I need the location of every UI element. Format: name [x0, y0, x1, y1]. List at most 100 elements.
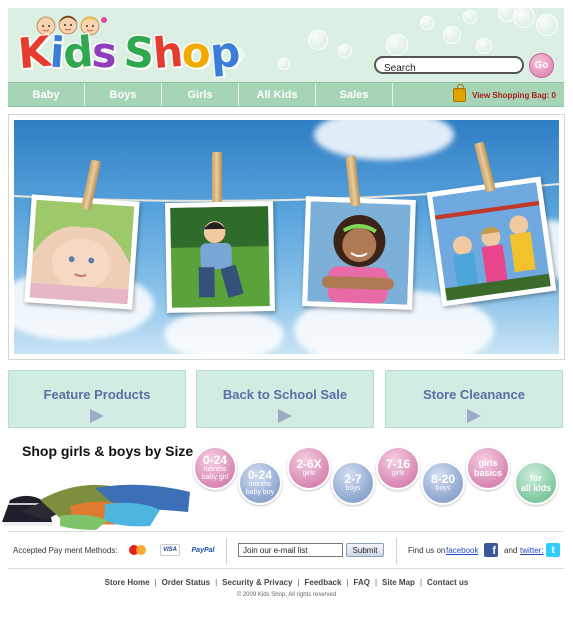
- baby-photo-icon: [29, 199, 135, 305]
- footer-link[interactable]: Feedback: [305, 578, 342, 587]
- photo-baby[interactable]: [24, 194, 140, 310]
- bubble: [536, 14, 558, 36]
- size-button-sublabel: boys: [345, 485, 361, 493]
- footer-links: Store Home | Order Status | Security & Priva…: [0, 578, 573, 587]
- size-button-label: 8-20: [430, 472, 456, 487]
- footer-link[interactable]: Site Map: [382, 578, 415, 587]
- bubble: [463, 10, 477, 24]
- paypal-icon: PayPal: [191, 546, 215, 554]
- footer-link[interactable]: Contact us: [427, 578, 468, 587]
- find-us-label: Find us on: [408, 546, 446, 555]
- photo-group[interactable]: [426, 176, 557, 307]
- shop-by-size-title: Shop girls & boys by Size: [22, 443, 194, 459]
- bubble: [476, 38, 492, 54]
- facebook-icon[interactable]: f: [484, 543, 498, 557]
- hero-banner-frame: [8, 114, 565, 360]
- bubble: [338, 44, 352, 58]
- search-box[interactable]: [374, 56, 524, 76]
- size-button-6[interactable]: girls basics: [466, 446, 510, 490]
- logo-letter: h: [151, 26, 185, 79]
- divider: [226, 538, 227, 564]
- size-button-7[interactable]: for all kids: [514, 461, 558, 505]
- bubble: [386, 34, 408, 56]
- logo-letter: s: [90, 27, 118, 78]
- logo-letter: o: [180, 27, 212, 78]
- size-button-label: for: [530, 472, 542, 483]
- bubble: [308, 30, 328, 50]
- photo-girl[interactable]: [302, 196, 416, 310]
- twitter-link[interactable]: twitter:: [520, 546, 544, 555]
- footer-link[interactable]: Order Status: [162, 578, 210, 587]
- photo-boy[interactable]: [165, 201, 275, 313]
- footer-link[interactable]: FAQ: [354, 578, 370, 587]
- logo[interactable]: Kids Shop: [16, 12, 241, 78]
- size-button-sublabel: months: [203, 466, 227, 474]
- promo-label: Store Cleanance: [423, 387, 525, 402]
- footer-link[interactable]: Store Home: [105, 578, 150, 587]
- arrow-right-icon: [90, 409, 104, 423]
- footer-bar: Accepted Pay ment Methods: VISA PayPal S…: [8, 531, 564, 569]
- size-button-sublabel: basics: [473, 468, 503, 478]
- clothespin: [212, 152, 222, 202]
- arrow-right-icon: [467, 409, 481, 423]
- submit-button[interactable]: Submit: [346, 543, 384, 557]
- facebook-link[interactable]: facebook: [446, 546, 478, 555]
- nav-item-all-kids[interactable]: All Kids: [239, 83, 316, 106]
- clothes-pile-icon: [2, 484, 190, 530]
- bubble: [513, 8, 535, 28]
- promo-feature-products[interactable]: Feature Products: [8, 370, 186, 428]
- size-button-sublabel: girls: [391, 470, 405, 478]
- cloud: [314, 120, 454, 160]
- visa-icon: VISA: [160, 544, 180, 556]
- hero-banner[interactable]: [14, 120, 559, 354]
- size-button-sublabel: boys: [435, 485, 451, 493]
- footer-link[interactable]: Security & Privacy: [222, 578, 292, 587]
- twitter-icon[interactable]: t: [546, 543, 560, 557]
- separator: |: [154, 578, 157, 587]
- main-nav: Baby Boys Girls All Kids Sales View Shop…: [8, 82, 564, 107]
- size-button-5[interactable]: 8-20 boys: [421, 461, 465, 505]
- size-button-3[interactable]: 2-7 boys: [331, 461, 375, 505]
- promo-store-clearance[interactable]: Store Cleanance: [385, 370, 563, 428]
- logo-letter: S: [122, 27, 155, 78]
- separator: |: [297, 578, 300, 587]
- nav-item-boys[interactable]: Boys: [85, 83, 162, 106]
- go-button[interactable]: Go: [529, 53, 554, 78]
- size-button-4[interactable]: 7-16 girls: [376, 446, 420, 490]
- email-signup-input[interactable]: [238, 543, 343, 557]
- size-button-1[interactable]: 0-24 months baby boy: [238, 461, 282, 505]
- bubble: [278, 58, 290, 70]
- logo-letter: p: [207, 26, 242, 79]
- shopping-bag-icon: [453, 84, 467, 102]
- bubble: [420, 16, 434, 30]
- mastercard-icon: [127, 544, 149, 556]
- arrow-right-icon: [278, 409, 292, 423]
- size-button-sublabel: all kids: [520, 483, 552, 493]
- divider: [396, 538, 397, 564]
- group-photo-icon: [432, 182, 551, 301]
- logo-text: Kids Shop: [15, 26, 242, 79]
- promo-label: Feature Products: [43, 387, 151, 402]
- size-button-sublabel: baby girl: [201, 474, 229, 481]
- nav-item-sales[interactable]: Sales: [316, 83, 393, 106]
- search-input[interactable]: [376, 61, 522, 76]
- nav-item-girls[interactable]: Girls: [162, 83, 239, 106]
- bubble: [443, 26, 461, 44]
- size-button-label: 7-16: [385, 457, 411, 472]
- promo-back-to-school-sale[interactable]: Back to School Sale: [196, 370, 374, 428]
- size-button-2[interactable]: 2-6X girls: [287, 446, 331, 490]
- separator: |: [419, 578, 423, 587]
- size-button-sublabel: months: [248, 481, 272, 489]
- logo-letter: K: [15, 26, 52, 79]
- size-button-0[interactable]: 0-24 months baby girl: [193, 446, 237, 490]
- cloud: [164, 310, 284, 354]
- copyright: © 2009 Kids Shop. All rights reserved: [236, 592, 337, 598]
- payment-methods-label: Accepted Pay ment Methods:: [13, 546, 118, 555]
- size-button-sublabel: baby boy: [245, 489, 275, 496]
- size-button-label: 2-7: [344, 472, 362, 487]
- shopping-bag-link[interactable]: View Shopping Bag: 0: [453, 84, 556, 102]
- girl-photo-icon: [307, 201, 411, 305]
- separator: |: [374, 578, 378, 587]
- nav-item-baby[interactable]: Baby: [8, 83, 85, 106]
- size-button-sublabel: girls: [302, 470, 316, 478]
